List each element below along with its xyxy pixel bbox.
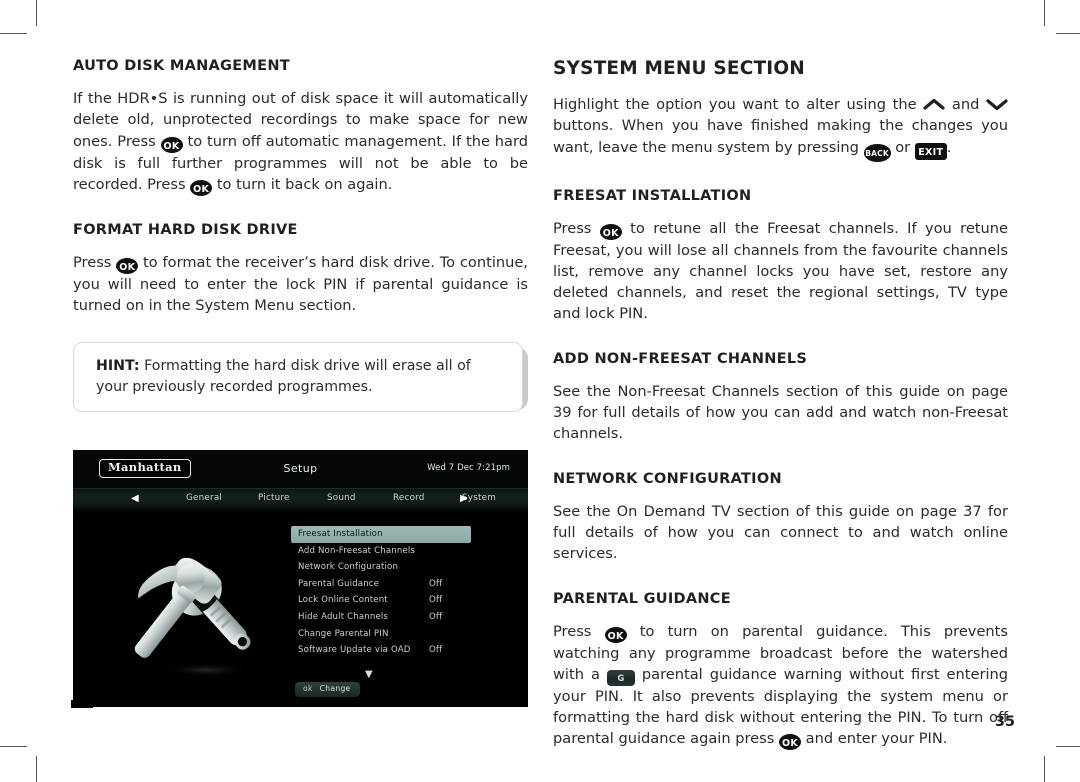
tv-settings-menu-list: Freesat Installation Add Non-Freesat Cha… <box>291 526 471 659</box>
heading-auto-disk-management: AUTO DISK MANAGEMENT <box>73 58 290 74</box>
ok-key-badge: OK <box>160 136 183 153</box>
tv-menu-item-label: Lock Online Content <box>298 595 388 606</box>
tv-menu-item-freesat-installation[interactable]: Freesat Installation <box>291 526 471 543</box>
tv-menu-item-value: Off <box>429 578 443 589</box>
paragraph-text-part: Highlight the option you want to alter u… <box>553 96 917 113</box>
hint-box: HINT: Formatting the hard disk drive wil… <box>73 342 528 412</box>
paragraph-text-part: Press <box>73 253 112 271</box>
tv-screenshot-figure: Manhattan Setup Wed 7 Dec 7:21pm ◀ Gener… <box>73 450 528 707</box>
paragraph-system-menu-intro: Highlight the option you want to alter u… <box>553 94 1008 162</box>
tab-left-arrow-icon[interactable]: ◀ <box>131 494 139 504</box>
paragraph-text-part: to turn it back on again. <box>216 175 393 193</box>
hint-paragraph: HINT: Formatting the hard disk drive wil… <box>96 356 502 396</box>
page-title-system-menu-section: SYSTEM MENU SECTION <box>553 58 805 79</box>
tv-menu-item-value: Off <box>429 595 443 606</box>
ok-key-badge: OK <box>116 257 139 274</box>
paragraph-text-part: and <box>951 96 980 113</box>
tv-ok-key-label: ok <box>303 684 313 693</box>
tv-tab-picture[interactable]: Picture <box>258 493 290 503</box>
paragraph-text-part: Press <box>553 622 592 640</box>
paragraph-add-non-freesat-channels: See the Non-Freesat Channels section of … <box>553 382 1008 443</box>
paragraph-auto-disk-management: If the HDR•S is running out of disk spac… <box>73 88 528 196</box>
hint-text: Formatting the hard disk drive will eras… <box>96 358 471 395</box>
left-column: AUTO DISK MANAGEMENT If the HDR•S is run… <box>73 58 528 438</box>
paragraph-freesat-installation: Press OK to retune all the Freesat chann… <box>553 218 1008 325</box>
back-key-badge: BACK <box>863 143 891 162</box>
manual-page: AUTO DISK MANAGEMENT If the HDR•S is run… <box>0 0 1080 782</box>
tv-change-action-label: Change <box>319 684 351 693</box>
tv-menu-item-label: Freesat Installation <box>298 529 383 539</box>
scroll-down-arrow-icon[interactable]: ▼ <box>365 670 373 680</box>
right-column: SYSTEM MENU SECTION Highlight the option… <box>553 58 1008 772</box>
hint-label: HINT: <box>96 358 140 375</box>
hint-box-content: HINT: Formatting the hard disk drive wil… <box>73 342 523 412</box>
tv-menu-item-network-configuration[interactable]: Network Configuration <box>291 559 471 576</box>
hammer-and-wrench-icon <box>121 557 291 688</box>
chevron-down-icon <box>986 98 1008 111</box>
tv-ok-change-button[interactable]: ok Change <box>295 682 360 697</box>
heading-format-hard-disk-drive: FORMAT HARD DISK DRIVE <box>73 221 298 238</box>
heading-parental-guidance: PARENTAL GUIDANCE <box>553 590 731 607</box>
paragraph-text-part: Press <box>553 219 592 237</box>
tv-menu-item-label: Network Configuration <box>298 562 399 573</box>
heading-freesat-installation: FREESAT INSTALLATION <box>553 187 752 204</box>
parental-guidance-g-badge: G <box>606 669 635 686</box>
paragraph-text-part: and enter your PIN. <box>805 730 948 748</box>
tv-menu-item-label: Software Update via OAD <box>298 645 411 656</box>
tv-menu-body: Freesat Installation Add Non-Freesat Cha… <box>73 510 528 707</box>
ok-key-badge: OK <box>604 626 627 643</box>
tab-right-arrow-icon-2[interactable]: ▶ <box>460 494 468 504</box>
tv-menu-item-change-parental-pin[interactable]: Change Parental PIN <box>291 626 471 643</box>
tv-menu-item-add-non-freesat-channels[interactable]: Add Non-Freesat Channels <box>291 543 471 560</box>
ok-key-badge: OK <box>779 734 801 751</box>
tv-menu-item-value: Off <box>429 611 443 622</box>
tv-menu-item-software-update-via-oad[interactable]: Software Update via OAD Off <box>291 642 471 659</box>
heading-add-non-freesat-channels: ADD NON-FREESAT CHANNELS <box>553 350 808 367</box>
chevron-up-icon <box>923 98 945 111</box>
tv-tab-general[interactable]: General <box>186 493 222 503</box>
ok-key-badge: OK <box>599 223 622 240</box>
tv-tab-bar: ◀ General Picture Sound Record System ▶ … <box>73 488 528 510</box>
paragraph-text-part: to retune all the Freesat channels. If y… <box>553 219 1008 323</box>
paragraph-parental-guidance: Press OK to turn on parental guidance. T… <box>553 621 1008 751</box>
paragraph-network-configuration: See the On Demand TV section of this gui… <box>553 502 1008 563</box>
paragraph-format-hard-disk-drive: Press OK to format the receiver’s hard d… <box>73 252 528 317</box>
tv-menu-item-parental-guidance[interactable]: Parental Guidance Off <box>291 576 471 593</box>
page-number: 35 <box>994 714 1015 730</box>
tv-tab-sound[interactable]: Sound <box>327 493 356 503</box>
tv-clock: Wed 7 Dec 7:21pm <box>427 463 510 473</box>
paragraph-text-part: to format the receiver’s hard disk drive… <box>73 253 528 315</box>
tv-menu-item-hide-adult-channels[interactable]: Hide Adult Channels Off <box>291 609 471 626</box>
tv-tab-record[interactable]: Record <box>393 493 425 503</box>
tv-menu-item-value: Off <box>429 645 443 656</box>
exit-key-badge: EXIT <box>914 142 947 160</box>
tv-menu-item-label: Hide Adult Channels <box>298 611 389 622</box>
tv-header-bar: Manhattan Setup Wed 7 Dec 7:21pm <box>73 450 528 488</box>
ok-key-badge: OK <box>190 179 213 196</box>
tv-menu-item-label: Change Parental PIN <box>298 628 389 639</box>
tv-menu-item-label: Parental Guidance <box>298 578 380 589</box>
tv-menu-item-lock-online-content[interactable]: Lock Online Content Off <box>291 592 471 609</box>
tv-menu-item-label: Add Non-Freesat Channels <box>298 545 416 556</box>
heading-network-configuration: NETWORK CONFIGURATION <box>553 470 782 487</box>
paragraph-text-part: or <box>895 138 911 156</box>
paragraph-text-part: . <box>946 138 952 156</box>
